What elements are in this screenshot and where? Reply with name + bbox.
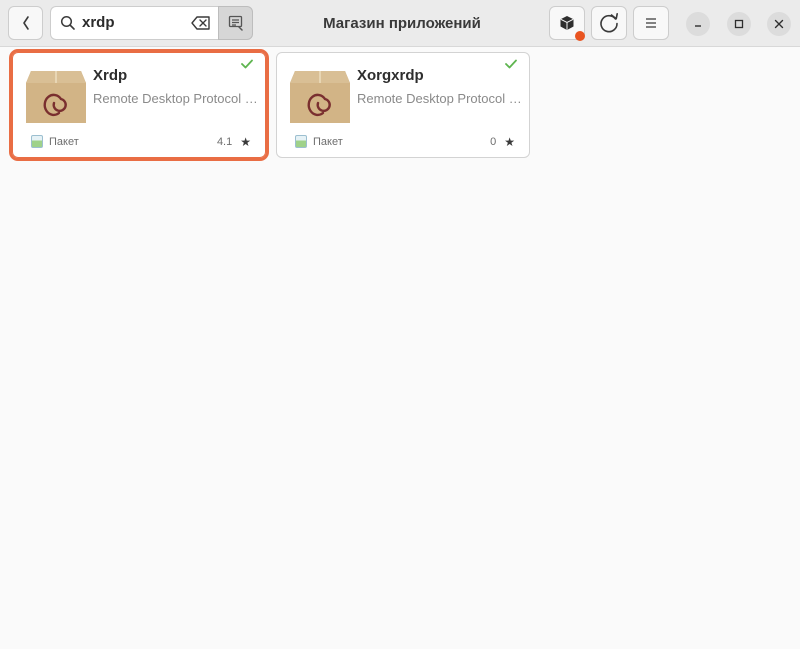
app-card[interactable]: Xrdp Remote Desktop Protocol (RDP) serve…	[9, 49, 269, 161]
app-description: Remote Desktop Protocol (RDP) modules fo…	[357, 91, 523, 106]
app-rating: 0 ★	[490, 135, 515, 149]
backspace-icon[interactable]	[191, 16, 211, 30]
minimize-button[interactable]	[686, 12, 710, 36]
app-description: Remote Desktop Protocol (RDP) server	[93, 91, 259, 106]
refresh-icon	[600, 13, 618, 33]
maximize-icon	[734, 19, 744, 29]
window-title: Магазин приложений	[323, 15, 481, 32]
search-toggle-button[interactable]	[218, 6, 253, 40]
app-source: Пакет	[295, 135, 343, 148]
search-icon	[60, 15, 75, 30]
minimize-icon	[695, 25, 701, 27]
app-source-label: Пакет	[313, 135, 343, 148]
checkmark-icon	[505, 59, 517, 69]
app-window: xrdp Магазин приложений Xrdp Remote Desk…	[0, 0, 800, 649]
app-rating-value: 4.1	[216, 136, 233, 148]
package-icon	[26, 71, 86, 123]
search-input[interactable]: xrdp	[82, 14, 115, 31]
search-list-icon	[228, 15, 243, 31]
app-name: Xorgxrdp	[357, 67, 424, 84]
maximize-button[interactable]	[727, 12, 751, 36]
star-icon: ★	[240, 135, 251, 149]
close-button[interactable]	[767, 12, 791, 36]
app-source-label: Пакет	[49, 135, 79, 148]
app-card[interactable]: Xorgxrdp Remote Desktop Protocol (RDP) m…	[276, 52, 530, 158]
notification-badge	[575, 31, 585, 41]
chevron-left-icon	[22, 16, 29, 30]
package-source-icon	[31, 135, 43, 148]
app-name: Xrdp	[93, 67, 128, 84]
app-rating: 4.1 ★	[217, 135, 251, 149]
main-menu-button[interactable]	[633, 6, 669, 40]
search-field[interactable]: xrdp	[50, 6, 218, 40]
package-icon	[560, 16, 574, 30]
app-source: Пакет	[31, 135, 79, 148]
back-button[interactable]	[8, 6, 43, 40]
package-source-icon	[295, 135, 307, 148]
header-bar: xrdp Магазин приложений	[0, 0, 800, 47]
close-icon	[774, 19, 784, 29]
package-icon	[290, 71, 350, 123]
hamburger-menu-icon	[646, 18, 656, 28]
search-results: Xrdp Remote Desktop Protocol (RDP) serve…	[0, 48, 800, 649]
app-rating-value: 0	[490, 136, 497, 148]
refresh-button[interactable]	[591, 6, 627, 40]
checkmark-icon	[241, 59, 253, 69]
star-icon: ★	[504, 135, 515, 149]
